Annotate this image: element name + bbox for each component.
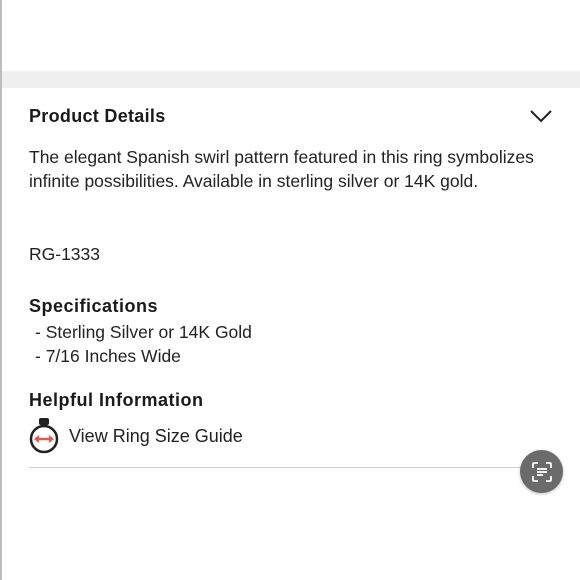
size-guide-label: View Ring Size Guide [69,425,243,446]
section-divider [29,467,553,468]
section-separator-band [2,71,580,88]
specifications-heading: Specifications [29,296,159,316]
scan-text-button[interactable] [520,450,563,493]
product-sku: RG-1333 [29,244,101,264]
specifications-list: Sterling Silver or 14K Gold 7/16 Inches … [35,320,252,368]
spec-item: 7/16 Inches Wide [35,344,252,368]
product-description: The elegant Spanish swirl pattern featur… [29,147,534,191]
product-details-header[interactable]: Product Details [29,104,553,132]
ring-size-icon [29,418,59,454]
spec-item: Sterling Silver or 14K Gold [35,320,252,344]
scan-text-icon [531,461,552,482]
section-title: Product Details [29,106,166,126]
ring-size-guide-link[interactable]: View Ring Size Guide [29,417,243,455]
chevron-down-icon[interactable] [529,108,553,124]
helpful-information-heading: Helpful Information [29,390,204,410]
